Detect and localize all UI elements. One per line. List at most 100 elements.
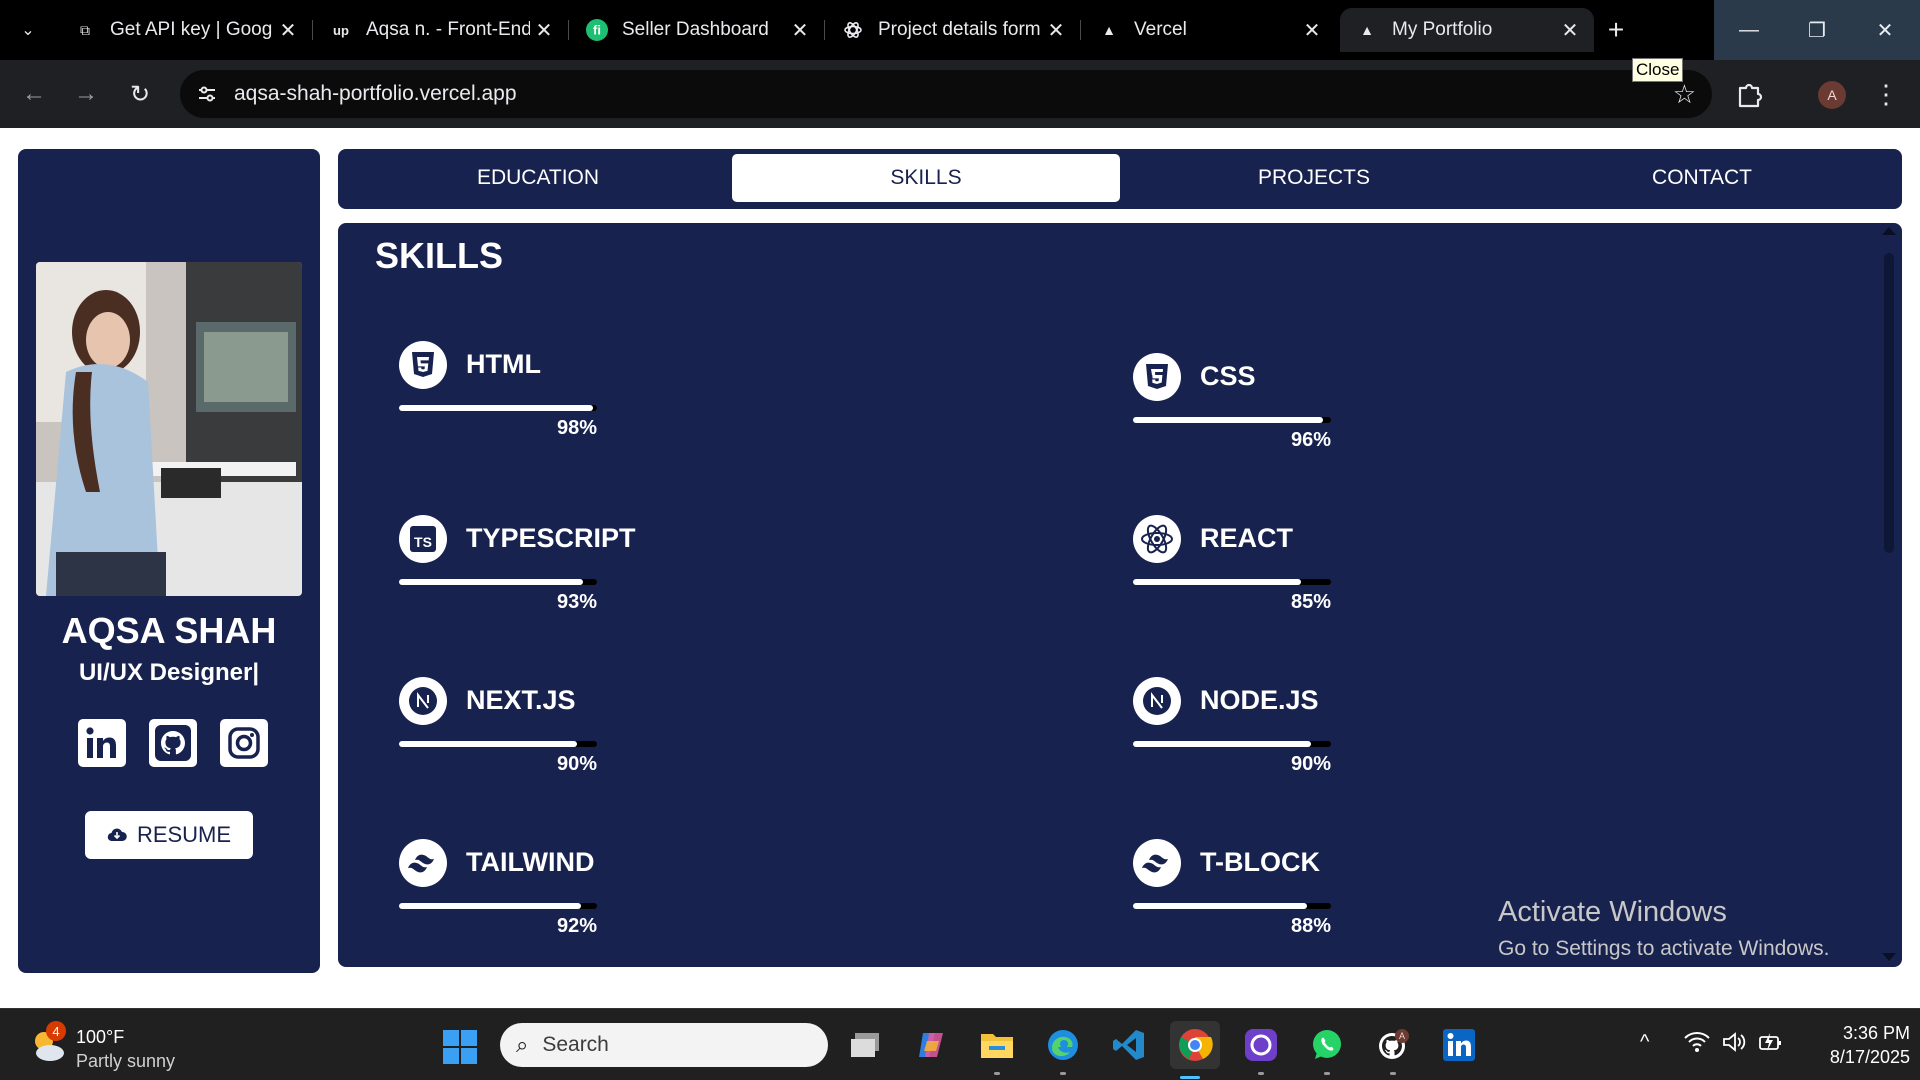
key-page-icon: ⧉ xyxy=(80,21,90,38)
social-links xyxy=(78,719,268,767)
skill-item: NEXT.JS 90% xyxy=(399,677,599,787)
bookmark-star-icon[interactable]: ☆ xyxy=(1673,79,1696,110)
portfolio-page: AQSA SHAH UI/UX Designer| RESUME EDUCATI… xyxy=(0,128,1920,1008)
clock-time: 3:36 PM xyxy=(1842,1023,1910,1043)
tailwind-icon xyxy=(1133,839,1181,887)
scroll-up-arrow-icon[interactable] xyxy=(1882,227,1896,235)
browser-tab[interactable]: ⧉ Get API key | Goog ✕ xyxy=(58,8,313,52)
window-close-icon[interactable]: ✕ xyxy=(1850,0,1920,60)
scroll-down-arrow-icon[interactable] xyxy=(1882,953,1896,961)
reload-icon[interactable]: ↻ xyxy=(120,74,160,114)
volume-icon[interactable] xyxy=(1722,1031,1748,1059)
tab-projects[interactable]: PROJECTS xyxy=(1120,154,1508,202)
tab-close-icon[interactable]: ✕ xyxy=(1556,16,1584,44)
file-explorer-icon[interactable] xyxy=(977,1025,1017,1075)
tab-close-icon[interactable]: ✕ xyxy=(530,16,558,44)
github-icon[interactable] xyxy=(149,719,197,767)
browser-tab[interactable]: ▲ Vercel ✕ xyxy=(1082,8,1336,52)
skill-progress-bar xyxy=(1133,579,1331,585)
linkedin-icon[interactable] xyxy=(78,719,126,767)
windows-start-icon[interactable] xyxy=(442,1029,478,1065)
site-settings-icon[interactable] xyxy=(192,79,222,109)
skill-item: TS TYPESCRIPT 93% xyxy=(399,515,636,625)
browser-tabstrip: ⌄ ⧉ Get API key | Goog ✕ up Aqsa n. - Fr… xyxy=(0,0,1920,60)
css3-icon xyxy=(1133,353,1181,401)
tab-close-icon[interactable]: ✕ xyxy=(274,16,302,44)
browser-tab-active[interactable]: ▲ My Portfolio ✕ xyxy=(1340,8,1594,52)
browser-tab[interactable]: fi Seller Dashboard ✕ xyxy=(570,8,825,52)
profile-sidebar: AQSA SHAH UI/UX Designer| RESUME xyxy=(18,149,320,973)
whatsapp-icon[interactable] xyxy=(1307,1025,1347,1075)
taskbar-clock[interactable]: 3:36 PM 8/17/2025 xyxy=(1800,1021,1910,1069)
skill-percent: 85% xyxy=(1290,591,1331,613)
skill-name: NODE.JS xyxy=(1200,685,1319,715)
clock-date: 8/17/2025 xyxy=(1829,1047,1910,1067)
fiverr-icon: fi xyxy=(586,19,608,41)
skill-progress-fill xyxy=(399,579,584,585)
close-tooltip: Close xyxy=(1632,58,1684,82)
watermark-title: Activate Windows xyxy=(1498,896,1727,928)
profile-avatar[interactable]: A xyxy=(1818,81,1846,109)
back-arrow-icon[interactable]: ← xyxy=(14,74,54,114)
weather-temp: 100°F xyxy=(76,1027,125,1047)
skill-progress-bar xyxy=(399,741,597,747)
scrollbar-thumb[interactable] xyxy=(1884,253,1894,553)
nextjs-icon xyxy=(1133,677,1181,725)
weather-condition: Partly sunny xyxy=(76,1051,176,1071)
skill-progress-bar xyxy=(1133,903,1331,909)
openai-icon xyxy=(842,19,864,41)
battery-charging-icon[interactable] xyxy=(1758,1031,1784,1059)
show-hidden-icons-chevron-icon[interactable]: ^ xyxy=(1640,1031,1649,1054)
skill-name: TYPESCRIPT xyxy=(466,523,636,553)
skill-item: TAILWIND 92% xyxy=(399,839,599,949)
github-profile-icon[interactable]: A xyxy=(1373,1025,1413,1075)
extensions-puzzle-icon[interactable] xyxy=(1734,78,1766,110)
window-minimize-icon[interactable]: — xyxy=(1714,0,1784,60)
resume-button[interactable]: RESUME xyxy=(85,811,253,859)
skill-name: TAILWIND xyxy=(466,847,595,877)
skill-progress-fill xyxy=(399,903,582,909)
wifi-icon[interactable] xyxy=(1684,1031,1710,1059)
browser-menu-icon[interactable]: ⋮ xyxy=(1873,78,1899,110)
vscode-icon[interactable] xyxy=(1109,1025,1149,1065)
forward-arrow-icon[interactable]: → xyxy=(66,74,106,114)
skill-progress-fill xyxy=(1133,417,1324,423)
github-desktop-icon[interactable] xyxy=(1241,1025,1281,1075)
svg-text:A: A xyxy=(1399,1031,1405,1041)
taskbar-search[interactable]: ⌕ Search xyxy=(500,1023,828,1067)
instagram-icon[interactable] xyxy=(220,719,268,767)
browser-tab[interactable]: up Aqsa n. - Front-End ✕ xyxy=(314,8,569,52)
linkedin-app-icon[interactable] xyxy=(1439,1025,1479,1065)
skill-progress-fill xyxy=(399,405,594,411)
svg-text:TS: TS xyxy=(414,534,432,550)
tab-title: Seller Dashboard xyxy=(622,19,769,40)
chrome-icon[interactable] xyxy=(1170,1021,1220,1079)
windows-taskbar: 4 100°F Partly sunny ⌕ Search A ^ 3:36 P… xyxy=(0,1008,1920,1080)
tab-title: Aqsa n. - Front-End xyxy=(366,19,530,40)
tab-contact[interactable]: CONTACT xyxy=(1508,154,1896,202)
search-placeholder: Search xyxy=(542,1033,609,1056)
skill-progress-fill xyxy=(1133,903,1308,909)
tab-education[interactable]: EDUCATION xyxy=(344,154,732,202)
section-nav: EDUCATION SKILLS PROJECTS CONTACT xyxy=(338,149,1902,209)
tab-search-chevron-icon[interactable]: ⌄ xyxy=(10,12,46,48)
tab-close-icon[interactable]: ✕ xyxy=(1298,16,1326,44)
browser-tab[interactable]: Project details form ✕ xyxy=(826,8,1081,52)
skill-name: T-BLOCK xyxy=(1200,847,1320,877)
url-text: aqsa-shah-portfolio.vercel.app xyxy=(234,82,517,105)
tailwind-icon xyxy=(399,839,447,887)
edge-browser-icon[interactable] xyxy=(1043,1025,1083,1075)
new-tab-plus-icon[interactable]: + xyxy=(1598,12,1634,48)
address-bar[interactable]: aqsa-shah-portfolio.vercel.app ☆ xyxy=(180,70,1712,118)
tab-close-icon[interactable]: ✕ xyxy=(786,16,814,44)
copilot-icon[interactable] xyxy=(911,1025,951,1065)
activate-windows-watermark: Activate Windows Go to Settings to activ… xyxy=(1498,896,1830,961)
weather-widget[interactable]: 4 100°F Partly sunny xyxy=(28,1021,198,1071)
task-view-icon[interactable] xyxy=(845,1025,885,1065)
tab-skills[interactable]: SKILLS xyxy=(732,154,1120,202)
tab-close-icon[interactable]: ✕ xyxy=(1042,16,1070,44)
skill-percent: 92% xyxy=(556,915,597,937)
window-restore-icon[interactable]: ❐ xyxy=(1782,0,1852,60)
skill-item: REACT 85% xyxy=(1133,515,1333,625)
skill-item: CSS 96% xyxy=(1133,353,1333,463)
